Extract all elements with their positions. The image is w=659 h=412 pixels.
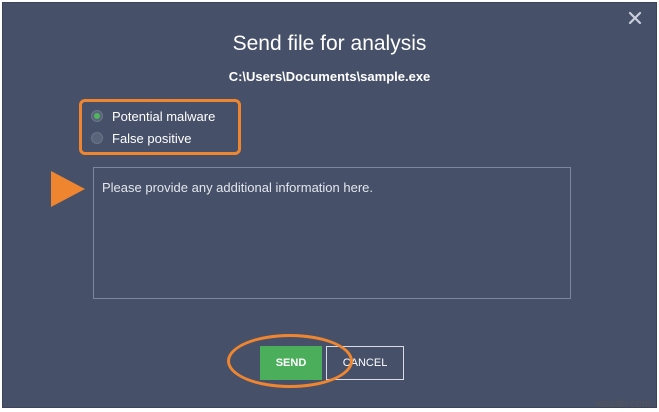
file-path: C:\Users\Documents\sample.exe [228, 69, 431, 84]
radio-label-potential-malware: Potential malware [112, 108, 216, 124]
cancel-button[interactable]: CANCEL [326, 346, 404, 380]
radio-false-positive[interactable]: False positive [91, 129, 191, 147]
additional-info-textarea[interactable] [93, 167, 571, 299]
close-icon [628, 11, 642, 25]
analysis-type-radio-group: Potential malware False positive [79, 99, 241, 155]
send-file-dialog: Send file for analysis C:\Users\Document… [2, 2, 657, 408]
radio-label-false-positive: False positive [112, 130, 192, 146]
radio-button-unchecked[interactable] [91, 132, 103, 144]
radio-potential-malware[interactable]: Potential malware [91, 107, 215, 125]
pointer-arrow-icon [51, 171, 85, 207]
send-button[interactable]: SEND [260, 346, 322, 380]
watermark-text: wsxdn.com [595, 398, 651, 410]
close-button[interactable] [626, 9, 644, 27]
radio-button-checked[interactable] [91, 110, 103, 122]
dialog-title: Send file for analysis [232, 32, 427, 55]
